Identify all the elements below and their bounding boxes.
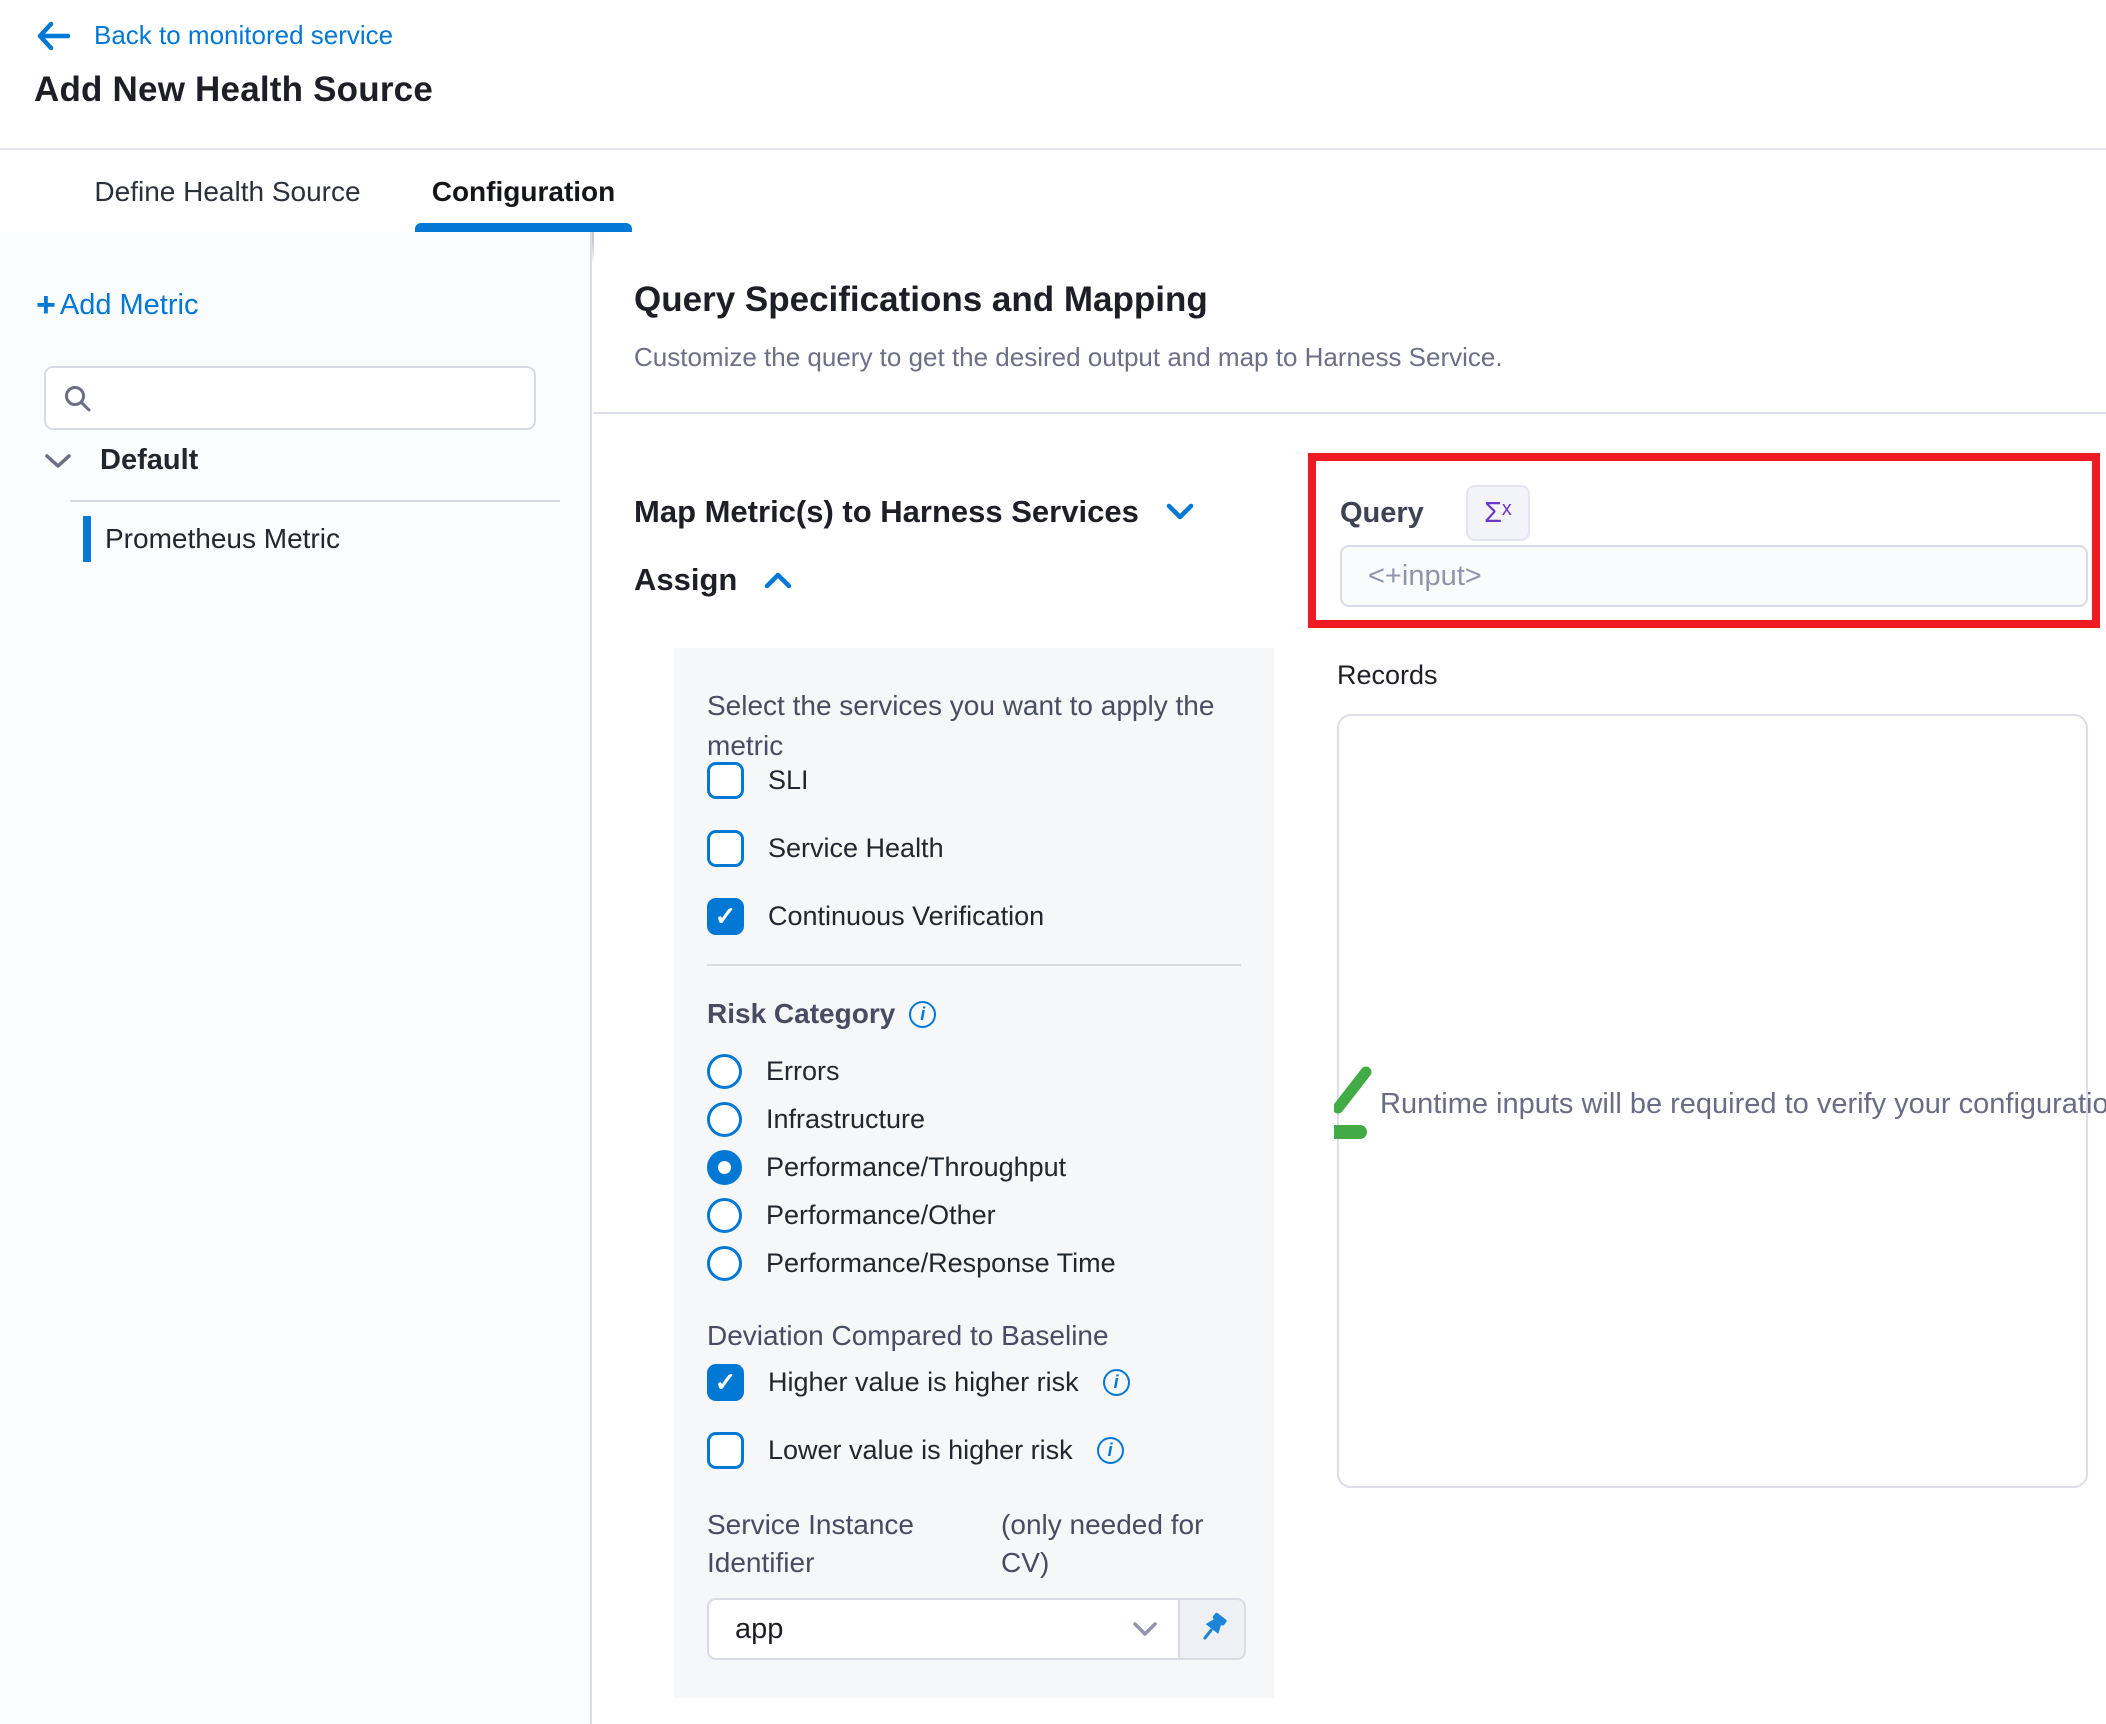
query-input[interactable]: <+input> [1340,545,2088,607]
risk-category-header: Risk Category i [707,998,936,1030]
plus-icon: + [36,288,56,322]
sidebar-item-prometheus-metric[interactable]: Prometheus Metric [83,514,340,564]
assign-panel: Select the services you want to apply th… [674,648,1274,1698]
info-icon[interactable]: i [1097,1437,1124,1464]
services-prompt: Select the services you want to apply th… [707,686,1227,766]
metric-item-label: Prometheus Metric [105,523,340,555]
chevron-down-icon [44,452,72,470]
chevron-down-icon [1165,502,1195,522]
checkbox-row-higher-value[interactable]: ✓ Higher value is higher risk i [707,1364,1130,1401]
info-icon[interactable]: i [909,1001,936,1028]
radio-row-infrastructure[interactable]: Infrastructure [707,1102,925,1137]
chevron-up-icon [763,570,793,590]
section-heading: Query Specifications and Mapping [634,280,1208,320]
checkbox-unchecked-icon[interactable] [707,1432,744,1469]
checkbox-label: SLI [768,765,809,796]
assign-section-toggle[interactable]: Assign [634,562,793,598]
checkbox-checked-icon[interactable]: ✓ [707,898,744,935]
radio-unselected-icon[interactable] [707,1198,742,1233]
section-subheading: Customize the query to get the desired o… [634,342,1503,373]
query-label: Query [1340,497,1424,530]
radio-label: Performance/Response Time [766,1248,1116,1279]
checkbox-unchecked-icon[interactable] [707,830,744,867]
checkbox-label: Service Health [768,833,944,864]
add-metric-button[interactable]: + Add Metric [36,288,198,322]
radio-label: Performance/Other [766,1200,996,1231]
metrics-sidebar: + Add Metric Default Prometheus Metric [0,232,592,1724]
metric-search[interactable] [44,366,536,430]
radio-unselected-icon[interactable] [707,1102,742,1137]
radio-label: Performance/Throughput [766,1152,1066,1183]
chevron-down-icon [1132,1621,1158,1637]
checkbox-row-lower-value[interactable]: Lower value is higher risk i [707,1432,1124,1469]
checkbox-row-continuous-verification[interactable]: ✓ Continuous Verification [707,898,1044,935]
cv-note: (only needed for CV) [1001,1506,1241,1582]
records-label: Records [1337,660,1438,691]
radio-selected-icon[interactable] [707,1150,742,1185]
records-runtime-message: Runtime inputs will be required to verif… [1334,1064,2106,1146]
add-health-source-page: Back to monitored service Add New Health… [0,0,2106,1724]
back-link-label: Back to monitored service [94,20,393,51]
radio-row-errors[interactable]: Errors [707,1054,840,1089]
tab-define-health-source[interactable]: Define Health Source [92,152,363,232]
info-icon[interactable]: i [1103,1369,1130,1396]
runtime-message-text: Runtime inputs will be required to verif… [1380,1088,2106,1121]
section-divider [594,412,2106,414]
deviation-header: Deviation Compared to Baseline [707,1320,1109,1352]
radio-row-performance-other[interactable]: Performance/Other [707,1198,996,1233]
radio-label: Errors [766,1056,840,1087]
radio-row-performance-throughput[interactable]: Performance/Throughput [707,1150,1066,1185]
page-header: Back to monitored service Add New Health… [0,0,2106,150]
map-metrics-section-toggle[interactable]: Map Metric(s) to Harness Services [634,494,1195,530]
metric-group-default[interactable]: Default [44,444,198,477]
service-instance-dropdown[interactable]: app [707,1598,1180,1660]
query-header: Query Σˣ [1340,485,1530,541]
query-highlight-annotation: Query Σˣ <+input> [1308,453,2100,628]
search-input[interactable] [106,383,506,414]
risk-category-label: Risk Category [707,998,895,1030]
assign-label: Assign [634,562,737,598]
pin-icon [1193,1610,1231,1648]
chart-line-icon [1334,1064,1372,1146]
page-title: Add New Health Source [34,70,433,110]
checkbox-row-sli[interactable]: SLI [707,762,809,799]
main-content: Query Specifications and Mapping Customi… [594,232,2106,1724]
radio-unselected-icon[interactable] [707,1054,742,1089]
service-instance-select-row: app [707,1598,1246,1660]
pin-button[interactable] [1180,1598,1246,1660]
checkbox-row-service-health[interactable]: Service Health [707,830,944,867]
arrow-left-icon [36,21,70,51]
panel-divider [707,964,1241,966]
dropdown-value: app [735,1613,1132,1646]
back-link[interactable]: Back to monitored service [36,20,393,51]
metric-group-label: Default [100,444,198,477]
selected-indicator-bar [83,516,91,562]
radio-unselected-icon[interactable] [707,1246,742,1281]
checkbox-label: Lower value is higher risk [768,1435,1073,1466]
group-divider [70,500,560,502]
search-icon [62,383,92,413]
radio-row-performance-response-time[interactable]: Performance/Response Time [707,1246,1116,1281]
service-instance-identifier-row: Service Instance Identifier (only needed… [707,1506,1241,1582]
radio-label: Infrastructure [766,1104,925,1135]
formula-sigma-button[interactable]: Σˣ [1466,485,1530,541]
checkbox-label: Higher value is higher risk [768,1367,1079,1398]
service-instance-identifier-label: Service Instance Identifier [707,1506,967,1582]
tab-bar: Define Health Source Configuration [0,152,2106,232]
checkbox-checked-icon[interactable]: ✓ [707,1364,744,1401]
map-metrics-label: Map Metric(s) to Harness Services [634,494,1139,530]
checkbox-unchecked-icon[interactable] [707,762,744,799]
checkbox-label: Continuous Verification [768,901,1044,932]
add-metric-label: Add Metric [60,289,199,322]
tab-configuration[interactable]: Configuration [415,152,632,232]
